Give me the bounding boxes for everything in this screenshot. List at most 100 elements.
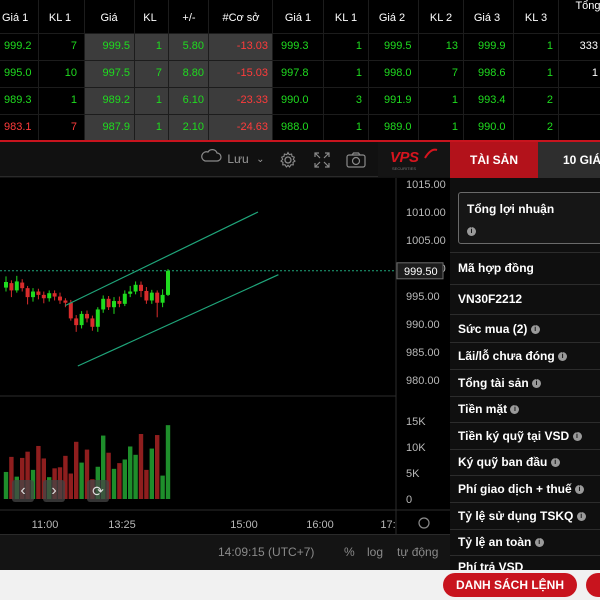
bid-kl1-cell: 1 bbox=[70, 94, 77, 106]
metric-cash: Tiền mặt i bbox=[450, 402, 600, 416]
info-icon[interactable]: i bbox=[510, 405, 520, 415]
candle-body bbox=[14, 281, 19, 291]
gear-icon bbox=[279, 151, 297, 172]
tab-assets[interactable]: TÀI SẢN bbox=[450, 142, 538, 178]
price-chart[interactable]: 1015.001010.001005.001000.00995.00990.00… bbox=[0, 178, 450, 570]
volume-bar bbox=[160, 475, 165, 499]
candle-body bbox=[52, 293, 57, 297]
info-icon[interactable]: i bbox=[576, 512, 586, 522]
info-icon[interactable]: i bbox=[572, 432, 582, 442]
total-cell bbox=[560, 114, 598, 141]
info-icon[interactable]: i bbox=[558, 352, 568, 362]
header-bid-kl1: KL 1 bbox=[48, 12, 72, 24]
metric-total-assets: Tổng tài sản i bbox=[450, 376, 600, 390]
metric-label: Lãi/lỗ chưa đóng bbox=[458, 349, 555, 363]
ask-kl1-cell: 1 bbox=[355, 40, 362, 52]
auto-scale-toggle[interactable]: tự động bbox=[397, 545, 438, 559]
board-row[interactable]: 989.3 1 989.2 1 6.10 -23.33 990.0 3 991.… bbox=[0, 87, 600, 114]
basis-cell: -13.03 bbox=[236, 40, 268, 52]
info-icon[interactable]: i bbox=[550, 458, 560, 468]
footer-bar: DANH SÁCH LỆNH bbox=[0, 570, 600, 600]
fullscreen-button[interactable] bbox=[314, 142, 334, 177]
volume-bar bbox=[144, 469, 149, 499]
price-tick-label: 1005.00 bbox=[406, 235, 446, 247]
divider bbox=[450, 342, 600, 343]
volume-bar bbox=[74, 441, 79, 499]
reset-chart-button[interactable]: ⟳ bbox=[87, 480, 109, 502]
kl-cell: 1 bbox=[155, 40, 162, 52]
settings-button[interactable] bbox=[279, 142, 299, 177]
basis-cell: -24.63 bbox=[236, 121, 268, 133]
candle-body bbox=[25, 288, 30, 298]
metric-purchasing-power: Sức mua (2) i bbox=[450, 322, 600, 336]
info-icon[interactable]: i bbox=[467, 227, 476, 236]
volume-bar bbox=[79, 462, 84, 499]
metric-label: Sức mua (2) bbox=[458, 322, 528, 336]
volume-bar bbox=[111, 468, 117, 499]
kl-cell: 1 bbox=[155, 121, 162, 133]
candle-body bbox=[68, 302, 73, 319]
metric-label: Tỷ lệ an toàn bbox=[458, 535, 532, 549]
ask2-cell: 989.0 bbox=[384, 121, 412, 133]
vps-logo: VPS SECURITIES bbox=[378, 142, 450, 177]
volume-tick-label: 15K bbox=[406, 416, 426, 428]
ask-kl3-cell: 2 bbox=[546, 121, 553, 133]
fullscreen-icon bbox=[314, 152, 330, 171]
metric-unrealized-pnl: Lãi/lỗ chưa đóng i bbox=[450, 349, 600, 363]
info-icon[interactable]: i bbox=[532, 379, 542, 389]
volume-bar bbox=[155, 435, 160, 499]
ask3-cell: 993.4 bbox=[478, 94, 506, 106]
candle-body bbox=[47, 293, 52, 299]
metric-initial-margin: Ký quỹ ban đầu i bbox=[450, 455, 600, 469]
ask-kl2-cell: 13 bbox=[445, 40, 458, 52]
volume-bar bbox=[138, 434, 144, 499]
percent-scale-toggle[interactable]: % bbox=[344, 545, 355, 559]
volume-tick-label: 5K bbox=[406, 468, 420, 480]
bid1-cell: 989.3 bbox=[4, 94, 32, 106]
tab-ten-prices[interactable]: 10 GIÁ bbox=[538, 142, 600, 178]
header-ask-kl2: KL 2 bbox=[429, 12, 453, 24]
candle-body bbox=[58, 296, 62, 301]
account-panel: TÀI SẢN 10 GIÁ Tổng lợi nhuận i Mã hợp đ… bbox=[450, 142, 600, 570]
secondary-footer-button[interactable] bbox=[586, 573, 600, 597]
divider bbox=[450, 369, 600, 370]
divider bbox=[450, 252, 600, 253]
board-row[interactable]: 983.1 7 987.9 1 2.10 -24.63 988.0 1 989.… bbox=[0, 114, 600, 141]
header-ask-kl1: KL 1 bbox=[334, 12, 358, 24]
kl-cell: 1 bbox=[155, 94, 162, 106]
time-tick-label: 13:25 bbox=[108, 519, 136, 531]
info-icon[interactable]: i bbox=[530, 325, 540, 335]
logo-text: VPS bbox=[390, 149, 419, 166]
volume-bar bbox=[36, 445, 41, 499]
ask1-cell: 997.8 bbox=[281, 67, 309, 79]
metric-label: Phí giao dịch + thuế bbox=[458, 482, 572, 496]
metric-label: Phí trả VSD bbox=[458, 560, 524, 570]
bid1-cell: 999.2 bbox=[4, 40, 32, 52]
candle-body bbox=[9, 283, 14, 291]
ask3-cell: 990.0 bbox=[478, 121, 506, 133]
candle-body bbox=[166, 270, 170, 295]
save-layout-button[interactable]: Lưu ⌄ bbox=[200, 142, 270, 177]
price-board: Giá 1 KL 1 Giá KL +/- #Cơ sở Giá 1 KL 1 … bbox=[0, 0, 600, 141]
info-icon[interactable]: i bbox=[575, 485, 585, 495]
volume-tick-label: 10K bbox=[406, 442, 426, 454]
scroll-left-button[interactable]: ‹ bbox=[12, 480, 34, 502]
header-price: Giá bbox=[100, 12, 118, 24]
ask1-cell: 999.3 bbox=[281, 40, 309, 52]
candle-body bbox=[20, 282, 25, 289]
ask-kl3-cell: 1 bbox=[546, 67, 553, 79]
board-row[interactable]: 999.2 7 999.5 1 5.80 -13.03 999.3 1 999.… bbox=[0, 33, 600, 60]
change-cell: 8.80 bbox=[182, 67, 204, 79]
basis-cell: -15.03 bbox=[236, 67, 268, 79]
price-cell: 997.5 bbox=[102, 67, 130, 79]
order-list-button[interactable]: DANH SÁCH LỆNH bbox=[443, 573, 577, 597]
log-scale-toggle[interactable]: log bbox=[367, 545, 383, 559]
chart-canvas[interactable]: 1015.001010.001005.001000.00995.00990.00… bbox=[0, 178, 450, 570]
header-kl: KL bbox=[143, 12, 157, 24]
info-icon[interactable]: i bbox=[534, 538, 544, 548]
ask2-cell: 998.0 bbox=[384, 67, 412, 79]
scroll-right-button[interactable]: › bbox=[43, 480, 65, 502]
total-cell: 333 bbox=[579, 40, 598, 52]
screenshot-button[interactable] bbox=[346, 142, 368, 177]
board-row[interactable]: 995.0 10 997.5 7 8.80 -15.03 997.8 1 998… bbox=[0, 60, 600, 87]
